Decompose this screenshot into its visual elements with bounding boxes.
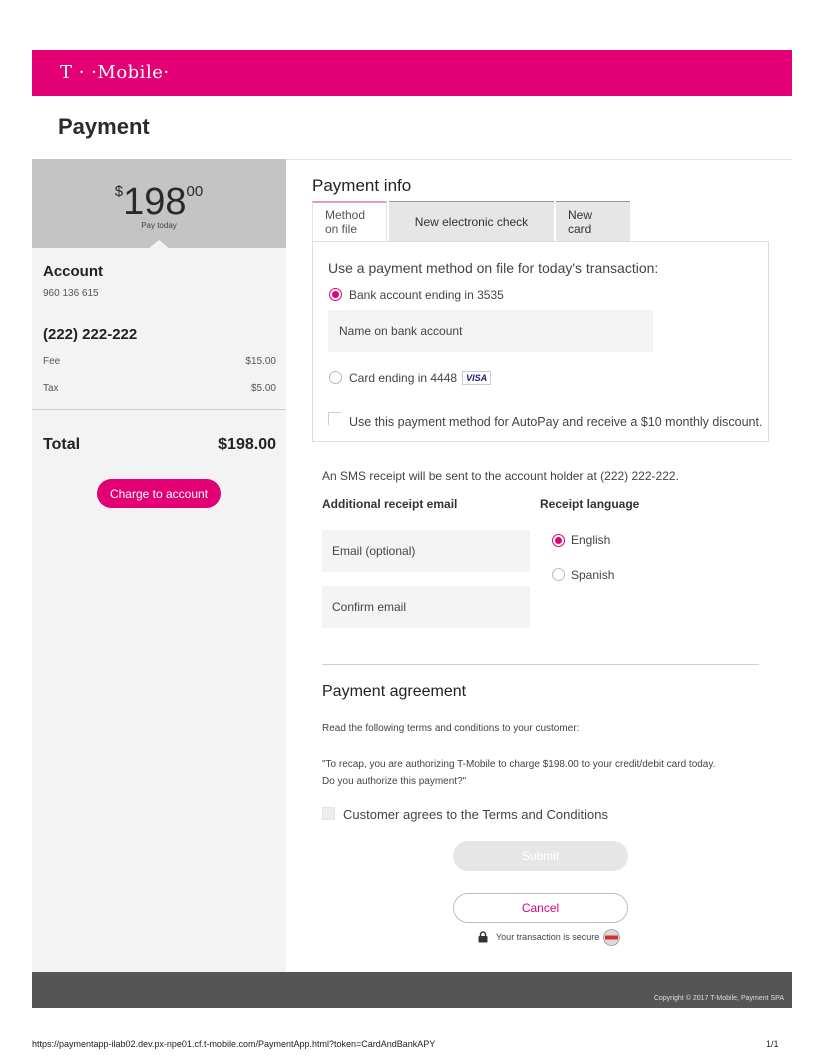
phone-number: (222) 222-222: [43, 326, 138, 343]
amount-due: $19800: [32, 181, 286, 224]
terms-checkbox[interactable]: [322, 807, 335, 820]
panel-heading: Use a payment method on file for today's…: [328, 260, 659, 276]
receipt-language-heading: Receipt language: [540, 497, 640, 511]
total-label: Total: [43, 436, 81, 453]
bank-account-label: Bank account ending in 3535: [349, 288, 504, 302]
bank-account-name-input[interactable]: Name on bank account: [328, 310, 653, 352]
total-row: Total $198.00: [43, 436, 276, 454]
confirm-email-placeholder: Confirm email: [332, 600, 407, 614]
bank-account-name-placeholder: Name on bank account: [339, 324, 463, 338]
submit-button[interactable]: Submit: [453, 841, 628, 871]
payment-info-title: Payment info: [312, 176, 412, 195]
payment-method-tabs: Method on file New electronic check New …: [312, 201, 632, 241]
divider: [286, 159, 792, 160]
method-on-file-panel: Use a payment method on file for today's…: [312, 241, 769, 442]
tax-label: Tax: [43, 383, 59, 394]
secure-label: Your transaction is secure: [496, 932, 600, 942]
order-summary-sidebar: $19800 Pay today Account 960 136 615 (22…: [32, 159, 286, 972]
secure-transaction-note: Your transaction is secure: [478, 928, 621, 946]
tax-row: Tax $5.00: [43, 383, 276, 394]
cancel-button[interactable]: Cancel: [453, 893, 628, 923]
tax-value: $5.00: [250, 383, 276, 394]
page-title: Payment: [58, 114, 150, 139]
agreement-instruction: Read the following terms and conditions …: [322, 723, 580, 734]
agreement-quote-line: "To recap, you are authorizing T-Mobile …: [322, 759, 716, 770]
divider: [322, 664, 759, 665]
pay-today-label: Pay today: [141, 221, 177, 230]
amount-dollars: 198: [123, 181, 187, 223]
confirm-email-input[interactable]: Confirm email: [322, 586, 530, 628]
copyright-text: Copyright © 2017 T-Mobile, Payment SPA: [653, 995, 784, 1002]
email-placeholder: Email (optional): [332, 544, 416, 558]
autopay-label: Use this payment method for AutoPay and …: [349, 415, 763, 429]
amount-due-box: $19800 Pay today: [32, 159, 286, 249]
currency-symbol: $: [114, 183, 124, 200]
spanish-radio[interactable]: [552, 568, 565, 581]
tab-new-card[interactable]: New card: [556, 201, 630, 241]
charge-to-account-button[interactable]: Charge to account: [97, 479, 221, 508]
tab-new-electronic-check[interactable]: New electronic check: [389, 201, 554, 241]
terms-checkbox-label: Customer agrees to the Terms and Conditi…: [343, 807, 608, 822]
card-radio[interactable]: [329, 371, 342, 384]
fee-row: Fee $15.00: [43, 356, 276, 367]
receipt-email-heading: Additional receipt email: [322, 497, 458, 511]
amount-cents: 00: [186, 183, 204, 200]
autopay-checkbox[interactable]: [328, 412, 341, 425]
security-seal-icon: [603, 928, 621, 946]
account-label: Account: [43, 263, 103, 280]
divider: [32, 409, 286, 410]
brand-header: T · ·Mobile·: [32, 50, 792, 96]
account-number: 960 136 615: [43, 288, 99, 299]
tab-method-on-file[interactable]: Method on file: [312, 201, 387, 241]
agreement-quote: "To recap, you are authorizing T-Mobile …: [322, 756, 762, 790]
english-label: English: [571, 533, 611, 547]
tmobile-logo: T · ·Mobile·: [60, 62, 170, 83]
payment-agreement-title: Payment agreement: [322, 683, 467, 700]
fee-value: $15.00: [245, 356, 276, 367]
sms-receipt-note: An SMS receipt will be sent to the accou…: [322, 469, 679, 483]
total-value: $198.00: [218, 436, 276, 453]
print-page-number: 1/1: [766, 1039, 779, 1049]
agreement-quote-line: Do you authorize this payment?": [322, 776, 467, 787]
visa-card-icon: VISA: [462, 371, 492, 385]
fee-label: Fee: [43, 356, 61, 367]
print-url: https://paymentapp-ilab02.dev.px-npe01.c…: [32, 1039, 436, 1049]
card-label: Card ending in 4448: [349, 371, 458, 385]
card-option: Card ending in 4448 VISA: [349, 371, 492, 385]
page-footer: Copyright © 2017 T-Mobile, Payment SPA: [32, 972, 792, 1008]
spanish-label: Spanish: [571, 568, 615, 582]
receipt-email-input[interactable]: Email (optional): [322, 530, 530, 572]
english-radio[interactable]: [552, 534, 565, 547]
bank-account-radio[interactable]: [329, 288, 342, 301]
lock-icon: [478, 931, 488, 943]
